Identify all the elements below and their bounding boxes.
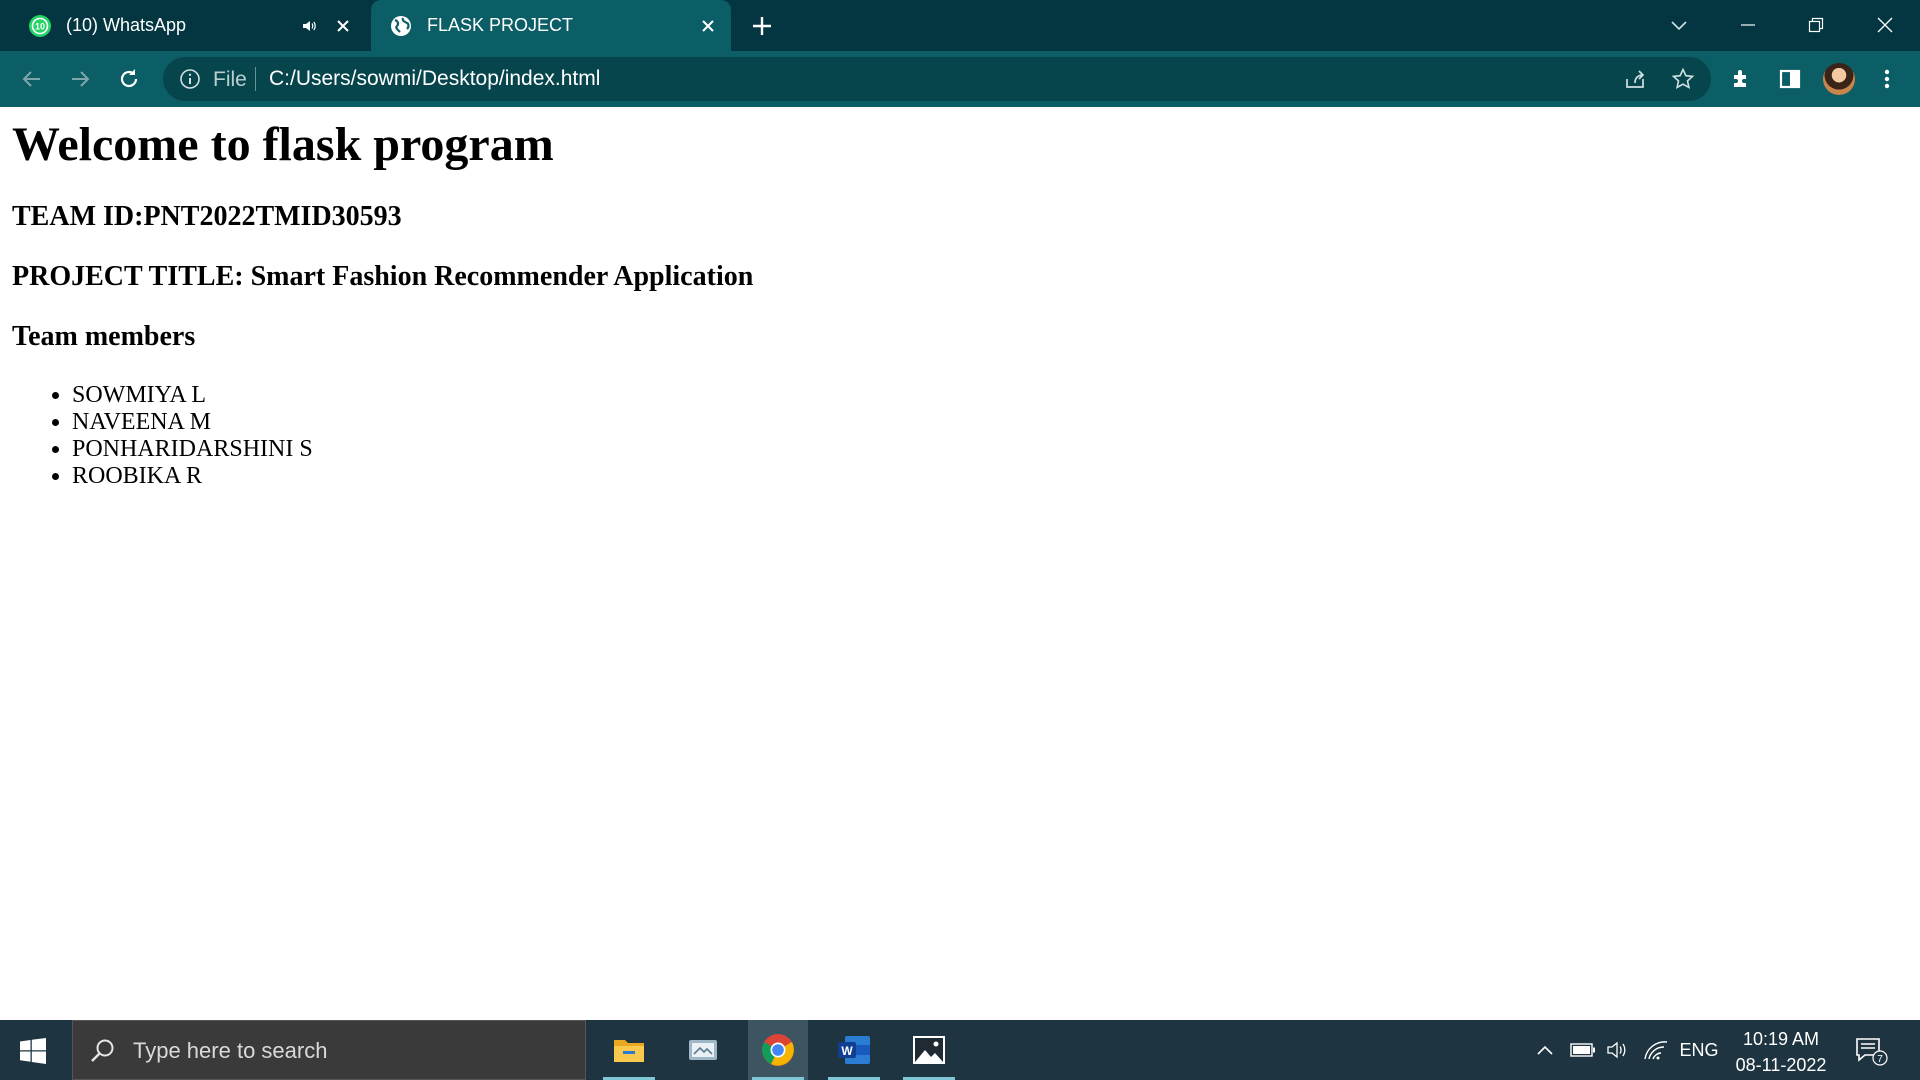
list-item: PONHARIDARSHINI S <box>72 436 313 463</box>
restore-icon[interactable] <box>1801 10 1831 40</box>
windows-taskbar: Type here to search W ENG 10:19 AM 08-11… <box>0 1020 1920 1080</box>
taskbar-clock[interactable]: 10:19 AM 08-11-2022 <box>1728 1026 1834 1078</box>
team-members-list: SOWMIYA L NAVEENA M PONHARIDARSHINI S RO… <box>0 382 313 490</box>
speaker-icon[interactable] <box>298 15 320 37</box>
browser-title-bar: 10 (10) WhatsApp FLASK PROJECT <box>0 0 1920 51</box>
snip-tool-icon[interactable] <box>673 1020 733 1080</box>
clock-time: 10:19 AM <box>1742 1029 1820 1049</box>
tab-search-chevron-icon[interactable] <box>1664 10 1694 40</box>
menu-kebab-icon[interactable] <box>1872 64 1902 94</box>
word-icon[interactable]: W <box>824 1020 884 1080</box>
taskbar-search-box[interactable]: Type here to search <box>72 1020 586 1080</box>
search-icon <box>91 1039 114 1062</box>
info-icon[interactable] <box>179 68 201 90</box>
new-tab-icon[interactable] <box>748 12 776 40</box>
battery-icon[interactable] <box>1568 1020 1598 1080</box>
chrome-icon[interactable] <box>748 1020 808 1080</box>
browser-toolbar: File C:/Users/sowmi/Desktop/index.html <box>0 51 1920 107</box>
forward-icon[interactable] <box>65 64 95 94</box>
show-hidden-icons-chevron-icon[interactable] <box>1532 1020 1558 1080</box>
tab-whatsapp[interactable]: 10 (10) WhatsApp <box>14 0 366 51</box>
team-members-heading: Team members <box>12 321 196 352</box>
page-heading: Welcome to flask program <box>12 118 554 171</box>
language-indicator[interactable]: ENG <box>1676 1020 1722 1080</box>
close-window-icon[interactable] <box>1870 10 1900 40</box>
address-separator <box>255 67 256 91</box>
close-tab-icon[interactable] <box>697 15 719 37</box>
list-item: ROOBIKA R <box>72 463 313 490</box>
side-panel-icon[interactable] <box>1775 64 1805 94</box>
address-bar[interactable]: File C:/Users/sowmi/Desktop/index.html <box>163 57 1711 101</box>
address-url[interactable]: C:/Users/sowmi/Desktop/index.html <box>269 67 600 91</box>
svg-text:W: W <box>841 1044 853 1058</box>
tab-flask-project[interactable]: FLASK PROJECT <box>371 0 731 51</box>
address-scheme-label: File <box>213 68 247 91</box>
wifi-icon[interactable] <box>1640 1020 1672 1080</box>
project-title: PROJECT TITLE: Smart Fashion Recommender… <box>12 261 754 292</box>
file-explorer-icon[interactable] <box>599 1020 659 1080</box>
page-content: Welcome to flask program TEAM ID:PNT2022… <box>0 107 1920 1020</box>
photos-icon[interactable] <box>899 1020 959 1080</box>
notification-center-icon[interactable]: 7 <box>1854 1036 1888 1066</box>
reload-icon[interactable] <box>114 64 144 94</box>
tab-label: (10) WhatsApp <box>66 15 187 35</box>
svg-text:7: 7 <box>1877 1054 1883 1065</box>
team-id: TEAM ID:PNT2022TMID30593 <box>12 201 402 232</box>
svg-text:10: 10 <box>35 21 45 31</box>
extensions-puzzle-icon[interactable] <box>1727 64 1757 94</box>
list-item: NAVEENA M <box>72 409 313 436</box>
clock-date: 08-11-2022 <box>1735 1055 1827 1075</box>
profile-avatar[interactable] <box>1823 63 1855 95</box>
bookmark-star-icon[interactable] <box>1671 67 1695 91</box>
volume-icon[interactable] <box>1604 1020 1632 1080</box>
share-icon[interactable] <box>1623 67 1647 91</box>
back-icon[interactable] <box>17 64 47 94</box>
tab-label: FLASK PROJECT <box>427 15 574 35</box>
globe-icon <box>391 15 411 36</box>
windows-start-icon[interactable] <box>20 1038 46 1064</box>
list-item: SOWMIYA L <box>72 382 313 409</box>
close-tab-icon[interactable] <box>332 15 354 37</box>
minimize-icon[interactable] <box>1733 10 1763 40</box>
search-placeholder: Type here to search <box>133 1038 328 1063</box>
whatsapp-icon: 10 <box>29 14 51 37</box>
